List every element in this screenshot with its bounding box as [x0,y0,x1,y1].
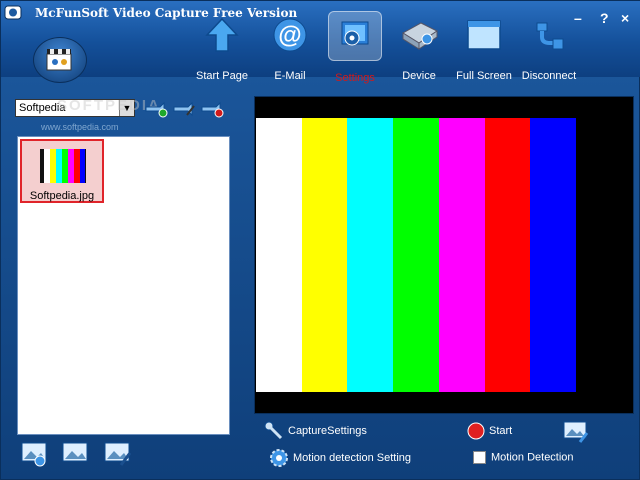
toolbar-full-screen[interactable]: Full Screen [455,19,513,82]
color-bar-3 [393,118,439,392]
color-bars [256,118,577,392]
device-gear-icon [402,22,438,50]
film-clapper-icon [46,49,72,71]
toolbar-settings[interactable]: Settings [327,11,383,84]
thumbnail-item[interactable]: Softpedia.jpg [20,139,104,203]
toolbar-device[interactable]: Device [393,19,445,82]
color-bar-0 [256,118,302,392]
svg-text:@: @ [278,22,301,49]
toolbar-start-page[interactable]: Start Page [191,17,253,82]
edit-photo-icon[interactable] [103,439,133,467]
title-bar: McFunSoft Video Capture Free Version – ?… [1,1,640,84]
edit-album-icon[interactable] [171,99,197,119]
color-bar-4 [438,118,485,392]
softpedia-watermark: www.softpedia.com [41,122,119,132]
brand-logo [33,37,87,83]
color-bar-6 [530,118,577,392]
motion-detection-toggle[interactable]: Motion Detection [473,451,574,464]
gear-icon [270,449,288,467]
toolbar-email[interactable]: @ E-Mail [263,18,317,82]
disconnect-plug-icon [536,22,564,50]
record-icon [467,422,485,440]
thumbnail-image [40,149,86,183]
help-button[interactable]: ? [600,10,609,26]
delete-album-icon[interactable] [199,99,225,119]
color-bar-1 [301,118,348,392]
view-photo-icon[interactable] [20,439,50,467]
main-window: McFunSoft Video Capture Free Version – ?… [0,0,640,480]
color-bar-2 [347,118,394,392]
window-title: McFunSoft Video Capture Free Version [35,6,298,20]
app-logo-icon [4,5,22,20]
up-arrow-icon [205,17,239,52]
capture-settings-button[interactable]: CaptureSettings [264,421,367,441]
settings-monitor-icon [341,21,369,46]
close-button[interactable]: × [621,10,629,26]
email-at-icon: @ [273,18,307,52]
thumbnail-filename: Softpedia.jpg [29,190,95,202]
color-bar-5 [484,118,531,392]
video-preview [254,96,634,414]
fullscreen-window-icon [467,20,501,50]
motion-detection-setting-button[interactable]: Motion detection Setting [269,448,411,468]
add-album-icon[interactable] [143,99,169,119]
wrench-icon [264,421,283,440]
motion-detection-checkbox[interactable] [473,451,486,464]
photo-gallery-icon[interactable] [61,439,91,467]
toolbar-disconnect[interactable]: Disconnect [519,19,579,82]
thumbnail-list: Softpedia.jpg [17,136,230,435]
snapshot-icon[interactable] [562,418,590,444]
start-button[interactable]: Start [467,422,512,440]
